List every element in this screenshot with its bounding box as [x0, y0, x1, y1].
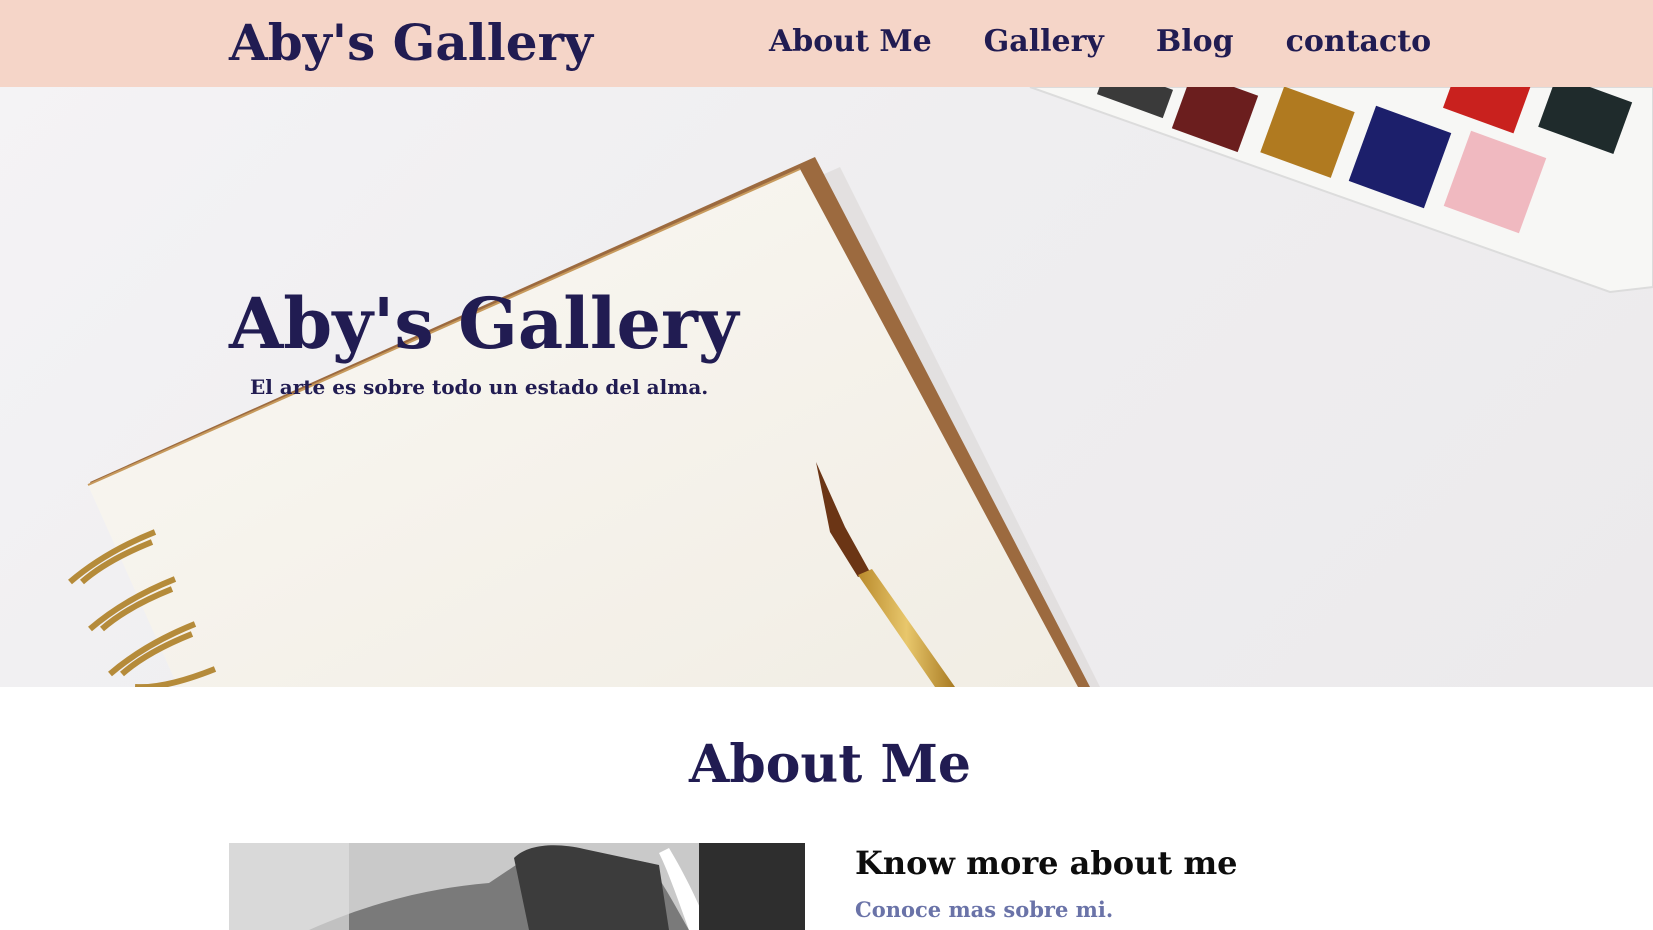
- hero-background-image: [68, 87, 1653, 687]
- about-section-title: About Me: [689, 734, 971, 795]
- watercolor-palette: [1029, 87, 1653, 294]
- about-photo: [229, 843, 805, 930]
- nav-link-gallery[interactable]: Gallery: [984, 20, 1104, 64]
- about-subheading: Conoce mas sobre mi.: [855, 897, 1114, 922]
- hero-title: Aby's Gallery: [229, 282, 739, 365]
- nav-link-about-me[interactable]: About Me: [769, 20, 932, 64]
- brand-link[interactable]: Aby's Gallery: [229, 12, 593, 74]
- hero-banner: Aby's Gallery El arte es sobre todo un e…: [0, 87, 1653, 687]
- about-photo-image: [229, 843, 805, 930]
- about-heading: Know more about me: [855, 844, 1238, 882]
- hero-tagline: El arte es sobre todo un estado del alma…: [250, 375, 709, 399]
- nav-menu: About Me Gallery Blog contacto: [769, 20, 1431, 64]
- nav-link-contacto[interactable]: contacto: [1286, 20, 1432, 64]
- nav-link-blog[interactable]: Blog: [1156, 20, 1234, 64]
- top-navbar: Aby's Gallery About Me Gallery Blog cont…: [0, 0, 1653, 87]
